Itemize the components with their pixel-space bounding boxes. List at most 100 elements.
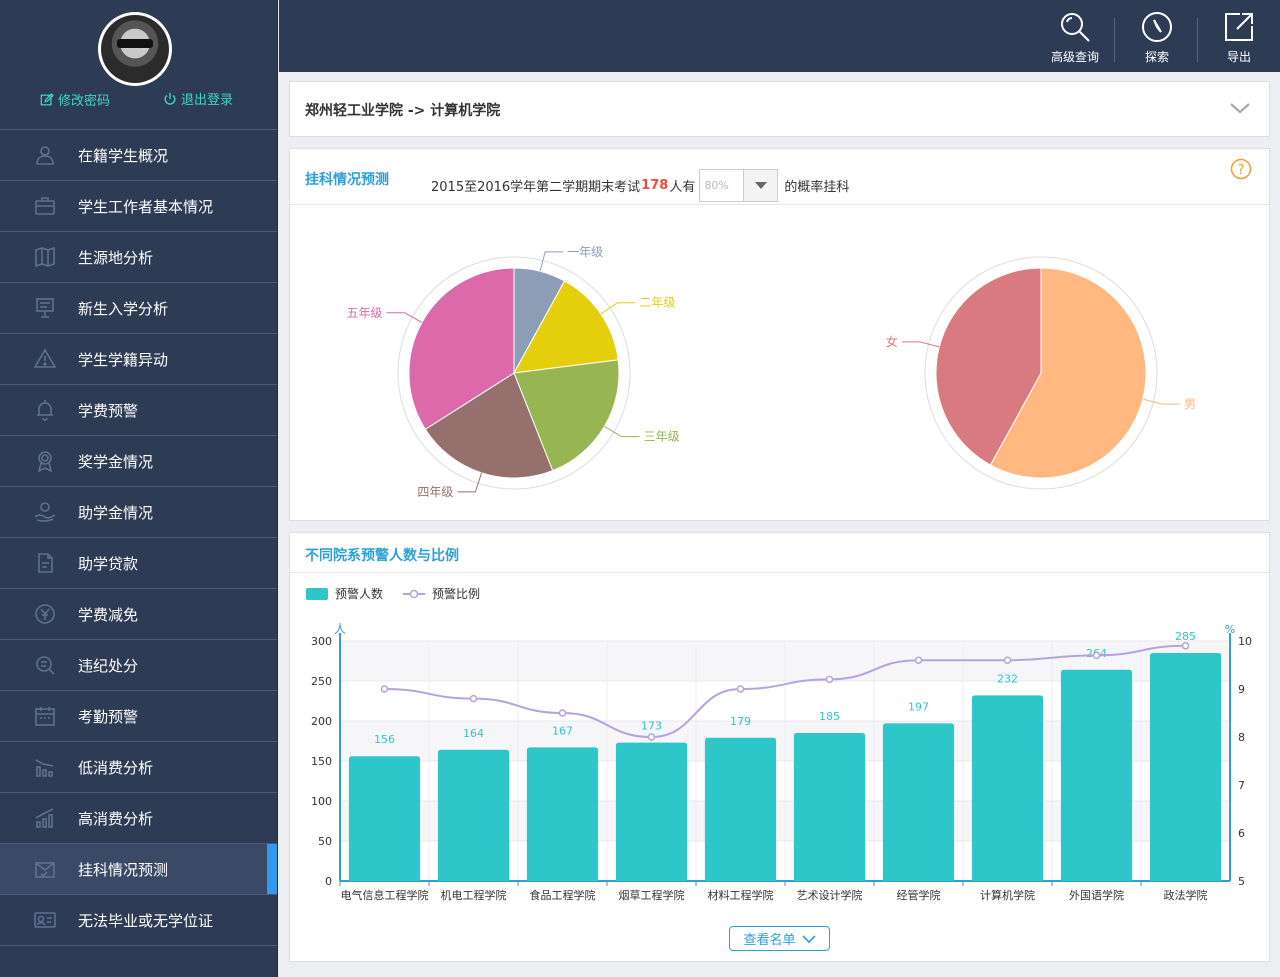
- sidebar-item-label: 违纪处分: [78, 656, 139, 675]
- logout-link[interactable]: 退出登录: [163, 89, 233, 108]
- sidebar-item-label: 学生学籍异动: [78, 350, 169, 369]
- edit-password-label: 修改密码: [58, 94, 111, 109]
- bar-1[interactable]: [348, 756, 421, 881]
- edit-password-link[interactable]: 修改密码: [40, 90, 110, 109]
- ratio-point-1[interactable]: [380, 685, 389, 693]
- export-label: 导出: [1226, 50, 1251, 64]
- sidebar-item-label: 学生工作者基本情况: [78, 197, 214, 216]
- view-list-label: 查看名单: [743, 933, 796, 948]
- bar-value-label: 179: [730, 715, 751, 728]
- bar-value-label: 173: [641, 720, 662, 733]
- chevron-down-icon[interactable]: [1229, 100, 1251, 116]
- sidebar-item-12[interactable]: 考勤预警: [0, 691, 277, 742]
- sidebar-item-label: 新生入学分析: [78, 299, 169, 318]
- explore-button[interactable]: 探索: [1127, 10, 1187, 65]
- ratio-point-8[interactable]: [1003, 656, 1012, 664]
- y-tick-label: 50: [318, 835, 332, 848]
- sidebar-item-16[interactable]: 无法毕业或无学位证: [0, 895, 277, 946]
- warning-icon: [32, 346, 58, 372]
- prediction-prefix: 2015至2016学年第二学期期末考试: [431, 180, 641, 195]
- sidebar-item-13[interactable]: 低消费分析: [0, 742, 277, 793]
- prediction-count-suffix: 人有: [669, 180, 696, 195]
- help-icon[interactable]: ?: [1230, 158, 1252, 180]
- legend-line-swatch[interactable]: [403, 588, 426, 600]
- ratio-point-3[interactable]: [558, 709, 567, 717]
- bar-2[interactable]: [437, 749, 510, 881]
- bar-5[interactable]: [704, 737, 777, 881]
- advanced-query-button[interactable]: 高级查询: [1045, 10, 1105, 65]
- sidebar-item-7[interactable]: 奖学金情况: [0, 436, 277, 487]
- legend-bar-label[interactable]: 预警人数: [335, 585, 383, 602]
- sidebar-item-11[interactable]: 违纪处分: [0, 640, 277, 691]
- bar-9[interactable]: [1060, 669, 1133, 881]
- y-tick-label: 100: [311, 795, 332, 808]
- explore-label: 探索: [1144, 50, 1169, 64]
- y-tick-label: 0: [325, 875, 332, 888]
- sidebar-item-label: 在籍学生概况: [78, 146, 169, 165]
- sidebar-item-2[interactable]: 学生工作者基本情况: [0, 181, 277, 232]
- gender-pie-chart: 男女: [886, 256, 1196, 490]
- x-tick-label: 政法学院: [1164, 888, 1208, 902]
- avatar[interactable]: [98, 12, 172, 86]
- legend-line-label[interactable]: 预警比例: [432, 585, 480, 602]
- sidebar-item-label: 无法毕业或无学位证: [78, 911, 214, 930]
- bar-7[interactable]: [882, 723, 955, 881]
- x-tick-label: 电气信息工程学院: [341, 888, 429, 902]
- ratio-point-7[interactable]: [914, 656, 923, 664]
- loan-document-icon: [32, 550, 58, 576]
- magnifier-icon: [1061, 13, 1090, 42]
- chart-legend: 预警人数 预警比例: [306, 585, 480, 602]
- ratio-point-10[interactable]: [1181, 642, 1190, 650]
- ratio-point-4[interactable]: [647, 733, 656, 741]
- export-button[interactable]: 导出: [1209, 10, 1269, 65]
- svg-text:?: ?: [1238, 163, 1245, 178]
- bar-6[interactable]: [793, 733, 866, 881]
- pie-label-1: 一年级: [567, 245, 603, 259]
- caret-down-icon: [754, 181, 767, 189]
- bar-4[interactable]: [615, 742, 688, 881]
- y2-tick-label: 6: [1238, 827, 1245, 840]
- ratio-point-9[interactable]: [1092, 651, 1101, 660]
- sidebar-item-label: 助学金情况: [78, 503, 154, 522]
- sidebar-item-label: 奖学金情况: [78, 452, 154, 471]
- sidebar-item-3[interactable]: 生源地分析: [0, 232, 277, 283]
- ratio-point-5[interactable]: [736, 685, 745, 693]
- sidebar-item-14[interactable]: 高消费分析: [0, 793, 277, 844]
- sidebar: 修改密码 退出登录 在籍学生概况学生工作者基本情况生源地分析新生入学分析 学生学籍…: [0, 0, 278, 977]
- legend-bar-swatch[interactable]: [306, 587, 328, 600]
- y2-tick-label: 5: [1238, 875, 1245, 888]
- y-tick-label: 300: [311, 635, 332, 648]
- bar-10[interactable]: [1149, 653, 1222, 881]
- x-tick-label: 外国语学院: [1069, 888, 1124, 902]
- view-list-button[interactable]: 查看名单: [729, 926, 830, 951]
- sidebar-item-5[interactable]: 学生学籍异动: [0, 334, 277, 385]
- ratio-point-6[interactable]: [825, 675, 834, 684]
- prediction-count: 178: [641, 178, 669, 193]
- sidebar-item-label: 学费预警: [78, 401, 139, 420]
- sidebar-item-9[interactable]: 助学贷款: [0, 538, 277, 589]
- calendar-icon: [32, 703, 58, 729]
- hand-money-icon: [32, 499, 58, 525]
- sidebar-item-label: 挂科情况预测: [78, 860, 169, 879]
- sidebar-item-1[interactable]: 在籍学生概况: [0, 130, 277, 181]
- sidebar-item-10[interactable]: 学费减免: [0, 589, 277, 640]
- prediction-suffix: 的概率挂科: [784, 180, 850, 195]
- bar-value-label: 197: [908, 700, 929, 713]
- x-tick-label: 烟草工程学院: [619, 888, 685, 902]
- sidebar-item-4[interactable]: 新生入学分析: [0, 283, 277, 334]
- pie-label-line: [901, 341, 940, 348]
- sidebar-item-6[interactable]: 学费预警: [0, 385, 277, 436]
- prediction-sentence: 2015至2016学年第二学期期末考试 178 人有 80% 的概率挂科: [431, 169, 849, 202]
- sidebar-item-8[interactable]: 助学金情况: [0, 487, 277, 538]
- bar-value-label: 285: [1175, 630, 1196, 643]
- panel-title: 挂科情况预测: [305, 172, 389, 188]
- ratio-point-2[interactable]: [469, 694, 478, 703]
- y-tick-label: 200: [311, 715, 332, 728]
- bar-3[interactable]: [526, 747, 599, 881]
- probability-select[interactable]: 80%: [699, 169, 779, 202]
- search-violation-icon: [32, 652, 58, 678]
- bar-value-label: 164: [463, 727, 484, 740]
- bar-8[interactable]: [971, 695, 1044, 881]
- edit-icon: [40, 92, 54, 105]
- sidebar-item-15[interactable]: 挂科情况预测: [0, 844, 277, 895]
